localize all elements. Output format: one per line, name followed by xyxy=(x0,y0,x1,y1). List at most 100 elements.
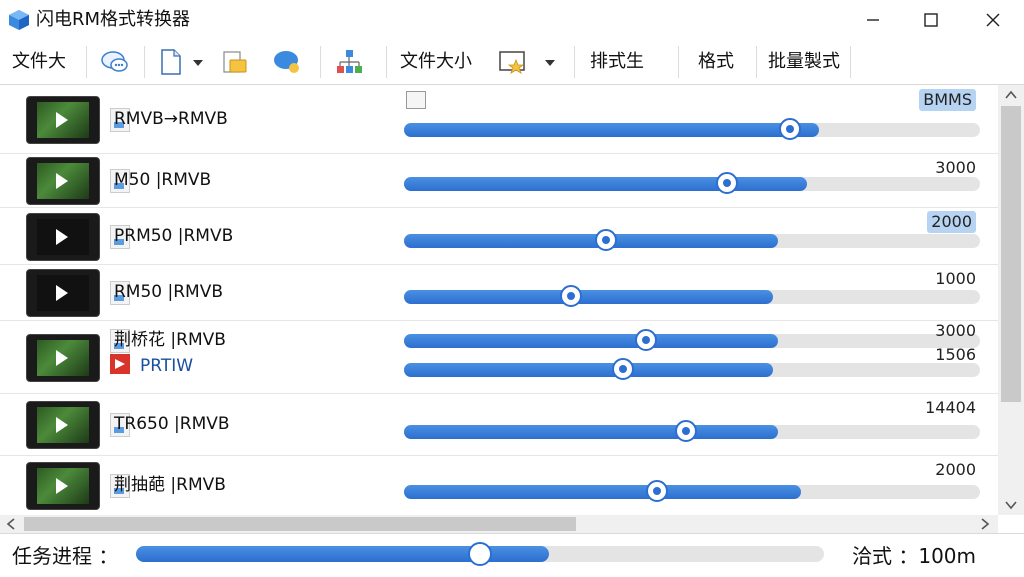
play-icon xyxy=(56,478,68,494)
close-button[interactable] xyxy=(964,0,1022,40)
progress-knob[interactable] xyxy=(646,480,668,502)
toolbar-separator xyxy=(320,46,321,78)
file-value: BMMS xyxy=(919,89,976,111)
chevron-down-icon[interactable] xyxy=(193,60,203,66)
conversion-progress-bar[interactable] xyxy=(404,420,980,442)
list-item[interactable]: 荆抽葩 |RMVB 2000 xyxy=(0,455,998,515)
minimize-button[interactable] xyxy=(844,0,902,40)
minimize-icon xyxy=(867,19,879,21)
progress-knob[interactable] xyxy=(635,329,657,351)
list-item[interactable]: RMVB→RMVB BMMS xyxy=(0,85,998,154)
play-icon xyxy=(56,229,68,245)
format-button[interactable]: 格式 xyxy=(698,50,734,74)
image-star-icon[interactable] xyxy=(498,48,528,76)
toolbar: 文件大 文件大小 排式生 格式 批量製式 xyxy=(0,40,1024,85)
conversion-progress-bar[interactable] xyxy=(404,285,980,307)
progress-fill xyxy=(404,485,801,499)
toolbar-separator xyxy=(144,46,145,78)
progress-fill xyxy=(404,363,773,377)
document-icon[interactable] xyxy=(156,48,186,76)
list-item[interactable]: TR650 |RMVB 14404 xyxy=(0,393,998,456)
horizontal-scroll-thumb[interactable] xyxy=(24,517,576,531)
toolbar-separator xyxy=(86,46,87,78)
file-value: 1000 xyxy=(935,269,976,288)
play-icon xyxy=(56,350,68,366)
toolbar-separator xyxy=(678,46,679,78)
scroll-down-icon[interactable] xyxy=(1005,500,1017,510)
progress-knob[interactable] xyxy=(612,358,634,380)
conversion-progress-bar-secondary[interactable] xyxy=(404,358,980,380)
progress-fill xyxy=(404,334,778,348)
progress-fill xyxy=(404,123,819,137)
status-format-text: 洽式 ：100m xyxy=(852,544,977,568)
chevron-down-icon[interactable] xyxy=(545,60,555,66)
video-thumbnail xyxy=(26,213,100,261)
file-size-sort-button[interactable]: 文件大小 xyxy=(400,50,472,74)
file-sub-value: 1506 xyxy=(935,345,976,364)
maximize-button[interactable] xyxy=(902,0,960,40)
note-icon[interactable] xyxy=(406,91,426,109)
app-logo-icon xyxy=(9,10,29,30)
folder-file-icon[interactable] xyxy=(220,48,250,76)
chat-bubble-icon[interactable] xyxy=(272,48,302,76)
conversion-progress-bar[interactable] xyxy=(404,329,980,351)
task-progress-bar xyxy=(136,542,824,566)
file-name: 荆桥花 |RMVB xyxy=(114,330,226,350)
progress-fill xyxy=(404,290,773,304)
scroll-right-icon[interactable] xyxy=(980,518,990,530)
file-value: 3000 xyxy=(935,158,976,177)
batch-format-button[interactable]: 批量製式 xyxy=(768,50,840,74)
file-name: RM50 |RMVB xyxy=(114,282,224,302)
file-value: 2000 xyxy=(935,460,976,479)
conversion-progress-bar[interactable] xyxy=(404,118,980,140)
play-icon xyxy=(56,173,68,189)
video-thumbnail xyxy=(26,269,100,317)
close-icon xyxy=(986,13,1000,27)
toolbar-separator xyxy=(756,46,757,78)
play-icon xyxy=(56,285,68,301)
video-thumbnail xyxy=(26,157,100,205)
file-list: RMVB→RMVB BMMS M50 |RMVB 3000 PRM50 |RMVB 200… xyxy=(0,85,998,515)
conversion-progress-bar[interactable] xyxy=(404,480,980,502)
play-icon xyxy=(56,112,68,128)
toolbar-separator xyxy=(574,46,575,78)
toolbar-separator xyxy=(386,46,387,78)
scroll-up-icon[interactable] xyxy=(1005,90,1017,100)
list-item[interactable]: PRM50 |RMVB 2000 xyxy=(0,207,998,265)
media-file-icon xyxy=(110,354,130,374)
window-title: 闪电RM格式转换器 xyxy=(36,9,191,30)
file-value: 14404 xyxy=(925,398,976,417)
list-item[interactable]: M50 |RMVB 3000 xyxy=(0,153,998,208)
task-progress-knob[interactable] xyxy=(468,542,492,566)
conversion-progress-bar[interactable] xyxy=(404,229,980,251)
title-bar: 闪电RM格式转换器 xyxy=(0,0,1024,40)
progress-fill xyxy=(404,177,807,191)
vertical-scroll-thumb[interactable] xyxy=(1001,106,1021,402)
progress-knob[interactable] xyxy=(779,118,801,140)
network-icon[interactable] xyxy=(334,48,364,76)
progress-knob[interactable] xyxy=(675,420,697,442)
video-thumbnail xyxy=(26,401,100,449)
progress-knob[interactable] xyxy=(716,172,738,194)
progress-knob[interactable] xyxy=(595,229,617,251)
progress-fill xyxy=(404,425,778,439)
progress-fill xyxy=(404,234,778,248)
video-thumbnail xyxy=(26,96,100,144)
file-value: 2000 xyxy=(927,211,976,233)
conversion-progress-bar[interactable] xyxy=(404,172,980,194)
progress-knob[interactable] xyxy=(560,285,582,307)
play-icon xyxy=(56,417,68,433)
task-progress-label: 任务进程 ： xyxy=(12,544,119,568)
file-name: M50 |RMVB xyxy=(114,170,212,190)
list-item[interactable]: 荆桥花 |RMVB PRTIW 1506 3000 xyxy=(0,320,998,394)
scroll-left-icon[interactable] xyxy=(6,518,16,530)
file-value: 3000 xyxy=(935,321,976,340)
format-gen-button[interactable]: 排式生 xyxy=(590,50,644,74)
chat-icon[interactable] xyxy=(100,48,130,76)
maximize-icon xyxy=(924,13,938,27)
video-thumbnail xyxy=(26,334,100,382)
file-sub-name: PRTIW xyxy=(140,356,194,376)
file-name: PRM50 |RMVB xyxy=(114,226,234,246)
file-size-button[interactable]: 文件大 xyxy=(12,50,66,74)
list-item[interactable]: RM50 |RMVB 1000 xyxy=(0,264,998,321)
